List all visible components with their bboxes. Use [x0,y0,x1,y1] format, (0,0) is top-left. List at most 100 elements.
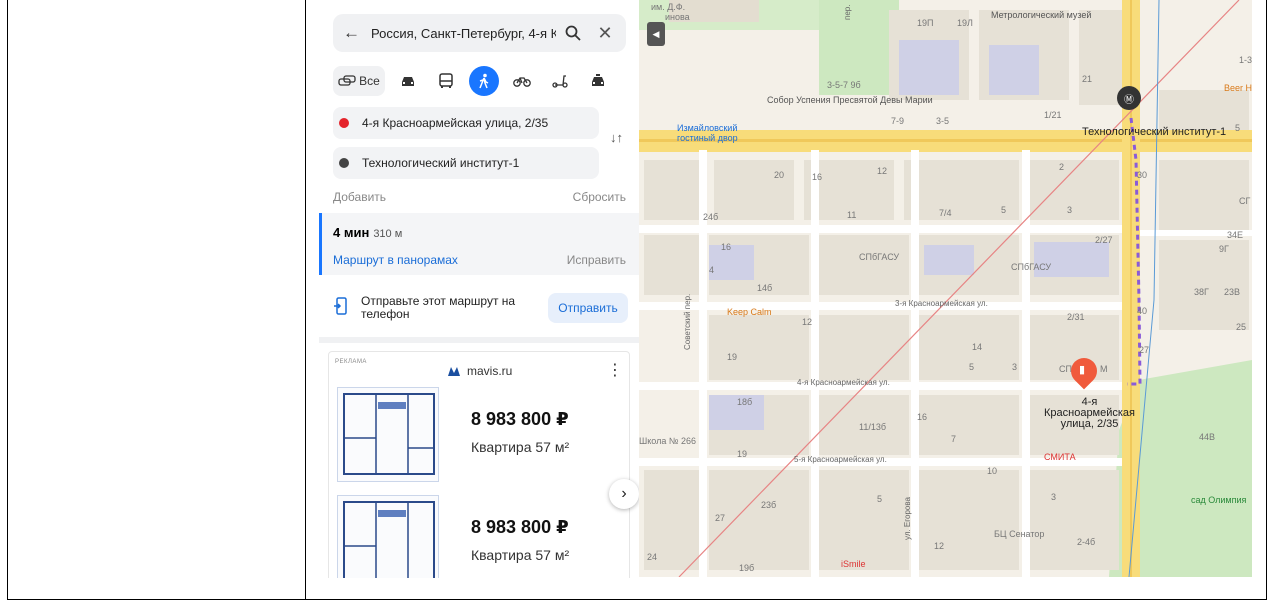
street-label: 3-я Красноармейская ул. [895,299,988,308]
listing-price: 8 983 800 ₽ [471,409,569,429]
house-number: 23В [1224,287,1241,297]
ad-listing[interactable]: 8 983 800 ₽ Квартира 57 м² [329,495,629,578]
route-option[interactable]: 4 мин 310 м Маршрут в панорамах Исправить [319,213,639,275]
bus-icon [439,73,453,88]
route-distance: 310 м [373,228,403,240]
swap-icon[interactable]: ↓↑ [610,130,623,145]
back-arrow-icon[interactable]: ← [343,23,361,43]
house-number: 24 [647,552,658,562]
send-to-phone: Отправьте этот маршрут на телефон Отправ… [333,290,628,326]
house-number: 16 [721,242,732,252]
close-icon[interactable]: ✕ [594,23,616,44]
fix-route-button[interactable]: Исправить [567,253,626,267]
poi-label[interactable]: БЦ Сенатор [994,529,1044,539]
house-number: 19Л [957,18,973,28]
cars-icon [338,75,356,86]
mode-walk-button[interactable] [469,66,499,96]
house-number: 3-5 [936,116,950,126]
house-number: 44В [1199,432,1216,442]
route-selected-indicator [319,213,322,275]
poi-label[interactable]: Keep Calm [727,307,772,317]
section-separator [319,337,639,343]
street-label: пер. [843,4,852,20]
poi-label[interactable]: М [1100,364,1108,374]
reset-button[interactable]: Сбросить [573,190,626,204]
house-number: 18б [737,397,753,407]
house-number: 2/31 [1067,312,1085,322]
panorama-route-link[interactable]: Маршрут в панорамах [333,253,458,267]
poi-label[interactable]: Технологический институт-1 [1082,127,1226,138]
house-number: 19 [727,352,738,362]
poi-label[interactable]: СПбГАСУ [859,252,899,262]
map-label: им. Д.Ф. [651,2,686,12]
more-options-icon[interactable]: ⋮ [607,360,623,380]
route-point-to-text[interactable]: Технологический институт-1 [347,156,519,170]
house-number: 10 [987,466,998,476]
search-query[interactable]: Россия, Санкт-Петербург, 4-я К [371,26,556,41]
house-number: 4 [709,265,715,275]
house-number: 40 [1137,306,1148,316]
listing-price: 8 983 800 ₽ [471,517,569,537]
mode-taxi-button[interactable] [583,66,613,96]
car-icon [402,77,414,86]
route-point-to[interactable]: Технологический институт-1 [333,147,599,179]
poi-label[interactable]: Beer H [1224,83,1252,93]
bicycle-icon [513,77,531,87]
poi-label[interactable]: Метрологический музей [991,10,1091,20]
search-bar[interactable]: ← Россия, Санкт-Петербург, 4-я К ✕ [333,14,626,52]
chevron-right-icon[interactable]: › [609,479,639,509]
house-number: 9Г [1219,244,1229,254]
route-time: 4 мин 310 м [333,225,403,240]
street-label: 4-я Красноармейская ул. [797,378,890,387]
house-number: 3 [1051,492,1057,502]
red-dot-icon [339,118,349,128]
poi-label[interactable]: СМИТА [1044,452,1076,462]
ad-block[interactable]: РЕКЛАМА mavis.ru ⋮ 8 983 800 ₽ Квартира … [328,351,630,578]
map-canvas[interactable] [639,0,1252,577]
house-number: 11 [847,210,857,220]
poi-label[interactable]: Школа № 266 [639,436,696,446]
collapse-panel-button[interactable]: ◀ [647,22,665,46]
house-number: 1/21 [1044,110,1062,120]
send-button[interactable]: Отправить [548,293,628,323]
mavis-logo-icon [448,367,460,376]
poi-label[interactable]: Собор Успения Пресвятой Девы Марии [767,95,933,105]
poi-label[interactable]: Измайловский гостиный двор [677,123,757,143]
mode-scooter-button[interactable] [545,66,575,96]
house-number: 7 [951,434,957,444]
house-number: 7/4 [939,208,952,218]
listing-desc: Квартира 57 м² [471,439,570,455]
search-icon[interactable] [562,25,584,41]
floor-plan-image [337,495,439,578]
house-number: 3-5-7 9б [827,80,861,90]
mode-all-button[interactable]: Все [333,66,385,96]
destination-label[interactable]: 4-я Красноармейская улица, 2/35 [1037,397,1142,430]
route-point-from[interactable]: 4-я Красноармейская улица, 2/35 [333,107,599,139]
house-number: 27 [715,513,726,523]
mode-car-button[interactable] [393,66,423,96]
add-point-button[interactable]: Добавить [333,190,386,204]
metro-station-icon[interactable]: Ⓜ [1117,86,1141,110]
mode-bike-button[interactable] [507,66,537,96]
house-number: 5 [969,362,975,372]
house-number: 24б [703,212,719,222]
scooter-icon [552,75,568,88]
poi-label[interactable]: сад Олимпия [1191,495,1246,505]
house-number: 2 [1059,162,1065,172]
send-to-phone-text: Отправьте этот маршрут на телефон [361,294,516,321]
ad-listing[interactable]: 8 983 800 ₽ Квартира 57 м² [329,387,629,487]
house-number: 21 [1082,74,1093,84]
route-point-from-text[interactable]: 4-я Красноармейская улица, 2/35 [347,116,548,130]
poi-label[interactable]: iSmile [841,559,866,569]
house-number: 5 [1235,123,1241,133]
map-view[interactable]: ◀ им. Д.Ф. инова Метрологический музей С… [639,0,1252,577]
poi-label[interactable]: СПбГАСУ [1011,262,1051,272]
house-number: 12 [934,541,945,551]
ad-source[interactable]: mavis.ru [447,364,512,378]
building-icon: ▮ [1079,364,1086,376]
house-number: 5 [877,494,883,504]
mode-bus-button[interactable] [431,66,461,96]
house-number: 23б [761,500,777,510]
house-number: 19б [739,563,755,573]
phone-icon [333,296,349,320]
